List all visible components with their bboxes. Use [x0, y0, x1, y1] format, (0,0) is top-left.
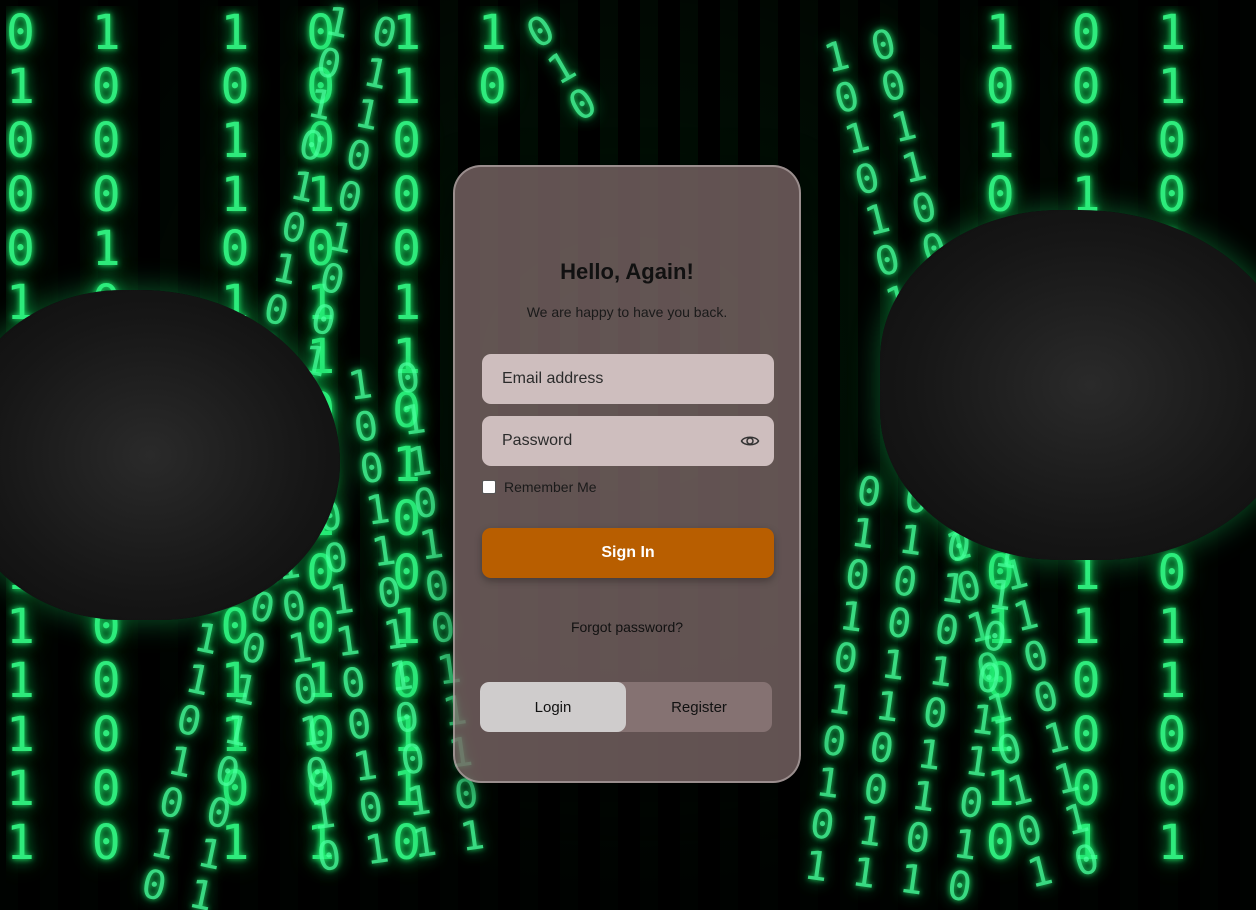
sign-in-button[interactable]: Sign In: [482, 528, 774, 578]
forgot-password-link[interactable]: Forgot password?: [455, 619, 799, 635]
email-field[interactable]: [482, 354, 774, 404]
page-title: Hello, Again!: [560, 259, 694, 284]
password-field[interactable]: [482, 416, 774, 466]
auth-tab-switch: Login Register: [480, 682, 772, 732]
page-subtitle: We are happy to have you back.: [526, 304, 728, 320]
login-card: Hello, Again! We are happy to have you b…: [453, 165, 801, 783]
password-input[interactable]: [502, 432, 732, 450]
remember-checkbox[interactable]: [482, 480, 496, 494]
remember-me[interactable]: Remember Me: [482, 479, 597, 495]
tab-login[interactable]: Login: [480, 682, 626, 732]
eye-icon[interactable]: [740, 431, 760, 451]
tab-register[interactable]: Register: [626, 682, 772, 732]
email-input[interactable]: [502, 370, 732, 388]
right-hand: [880, 210, 1256, 560]
remember-label: Remember Me: [504, 479, 597, 495]
